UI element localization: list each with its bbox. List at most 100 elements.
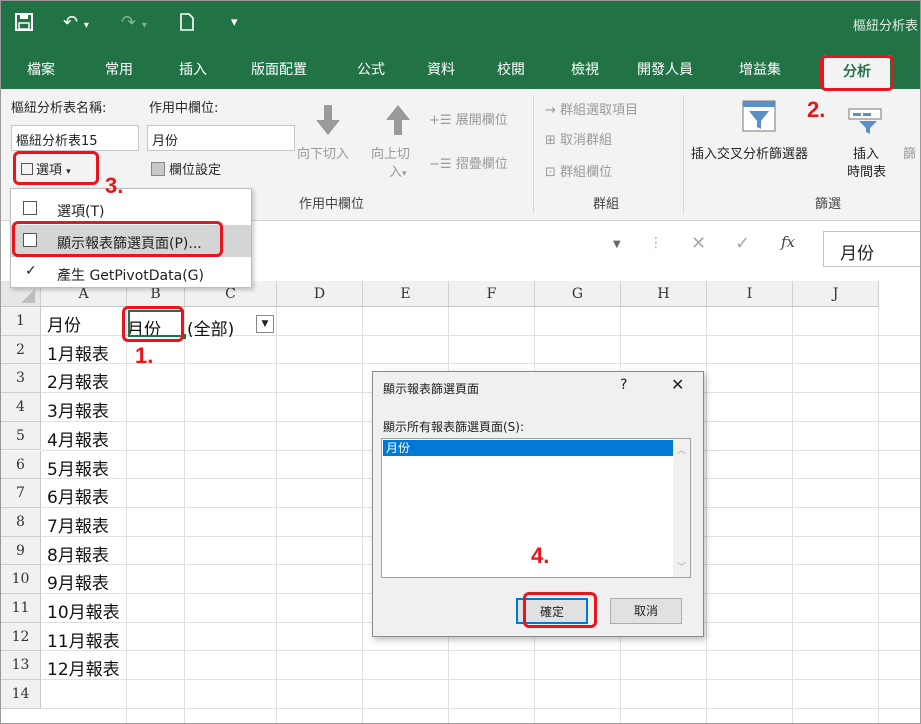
grid-row-line [41, 679, 920, 681]
cell-c1[interactable]: (全部) [187, 315, 234, 340]
column-header[interactable]: H [621, 281, 707, 307]
group-selection-button[interactable]: → 群組選取項目 [545, 99, 638, 118]
field-settings-label: 欄位設定 [169, 163, 222, 178]
row-header[interactable]: 10 [1, 565, 41, 594]
enter-icon[interactable]: ✓ [735, 233, 750, 254]
ribbon-separator [533, 95, 534, 213]
row-header[interactable]: 13 [1, 651, 41, 681]
tab-developer[interactable]: 開發人員 [637, 59, 693, 79]
tab-home[interactable]: 常用 [105, 59, 133, 79]
cell-a9[interactable]: 8月報表 [47, 541, 109, 566]
column-header[interactable]: F [449, 281, 535, 307]
column-header[interactable]: J [793, 281, 879, 307]
cancel-icon[interactable]: ✕ [691, 233, 706, 254]
fx-icon[interactable]: fx [781, 233, 795, 251]
list-item[interactable]: 月份 [383, 440, 673, 456]
cell-a3[interactable]: 2月報表 [47, 368, 109, 393]
active-field-group-label: 作用中欄位 [299, 197, 365, 212]
cell-a13[interactable]: 12月報表 [47, 655, 120, 680]
menu-item-generate-getpivotdata[interactable]: ✓ 產生 GetPivotData(G) [11, 257, 251, 289]
help-button[interactable]: ? [620, 377, 627, 393]
cancel-button[interactable]: 取消 [610, 598, 682, 624]
collapse-field-button[interactable]: −☰ 摺疊欄位 [429, 153, 508, 172]
row-header[interactable]: 2 [1, 335, 41, 365]
cell-a12[interactable]: 11月報表 [47, 627, 120, 652]
tab-review[interactable]: 校閱 [497, 59, 525, 79]
window-title: 樞紐分析表 [852, 19, 918, 34]
filter-pages-label: 顯示所有報表篩選頁面(S): [383, 420, 525, 434]
group-field-button[interactable]: ⊡ 群組欄位 [545, 161, 612, 180]
cell-a10[interactable]: 9月報表 [47, 569, 109, 594]
column-header[interactable]: I [707, 281, 793, 307]
ribbon-tabs: 檔案 常用 插入 版面配置 公式 資料 校閱 檢視 開發人員 增益集 分析 [1, 47, 920, 89]
collapse-icon: −☰ [429, 157, 456, 172]
cell-a11[interactable]: 10月報表 [47, 598, 120, 623]
tab-view[interactable]: 檢視 [571, 59, 599, 79]
tab-data[interactable]: 資料 [427, 59, 455, 79]
row-header[interactable]: 8 [1, 507, 41, 537]
drill-down-icon [313, 103, 343, 137]
tab-insert[interactable]: 插入 [179, 59, 207, 79]
group-field-label: 群組欄位 [560, 165, 613, 180]
annotation-box-menu-item [12, 221, 223, 257]
scroll-up-icon[interactable]: ︿ [677, 443, 686, 456]
column-header[interactable]: G [535, 281, 621, 307]
column-header[interactable]: D [277, 281, 363, 307]
tab-add-ins[interactable]: 增益集 [739, 59, 781, 79]
ungroup-label: 取消群組 [560, 133, 613, 148]
expand-icon: +☰ [429, 113, 456, 128]
insert-timeline-button[interactable]: 插入 [853, 143, 879, 162]
title-bar: ↶ ▾ ↷ ▾ ▾ 樞紐分析表 [1, 1, 920, 47]
drill-down-button[interactable]: 向下切入 [297, 143, 349, 162]
checkmark-icon: ✓ [25, 263, 37, 279]
active-field-input[interactable]: 月份 [147, 125, 295, 151]
group-group-label: 群組 [593, 197, 620, 212]
undo-icon[interactable]: ↶ ▾ [63, 12, 89, 37]
expand-field-button[interactable]: +☰ 展開欄位 [429, 109, 508, 128]
cell-a7[interactable]: 6月報表 [47, 483, 109, 508]
ungroup-button[interactable]: ⊞ 取消群組 [545, 129, 612, 148]
row-header[interactable]: 6 [1, 450, 41, 480]
drill-up-icon [383, 103, 413, 137]
row-header[interactable]: 4 [1, 393, 41, 422]
pivot-name-field[interactable]: 樞紐分析表15 [11, 125, 139, 151]
save-icon[interactable] [15, 12, 33, 32]
cell-a1[interactable]: 月份 [47, 311, 81, 336]
pivot-name-label: 樞紐分析表名稱: [11, 101, 107, 116]
cell-a2[interactable]: 1月報表 [47, 340, 109, 365]
row-header[interactable]: 1 [1, 307, 41, 336]
row-header[interactable]: 14 [1, 680, 41, 709]
annotation-step-2: 2. [807, 97, 826, 122]
row-header[interactable]: 3 [1, 364, 41, 394]
tab-page-layout[interactable]: 版面配置 [251, 59, 307, 79]
grid-column-line [362, 307, 363, 723]
close-icon[interactable]: ✕ [671, 375, 684, 394]
formula-input[interactable]: 月份 [823, 231, 920, 267]
tab-formulas[interactable]: 公式 [357, 59, 385, 79]
redo-icon[interactable]: ↷ ▾ [121, 12, 147, 37]
insert-timeline-label-line2: 時間表 [847, 165, 887, 180]
namebox-dropdown-icon[interactable]: ▼ [613, 239, 621, 250]
tab-file[interactable]: 檔案 [27, 59, 55, 79]
column-header[interactable]: E [363, 281, 449, 307]
row-header[interactable]: 9 [1, 536, 41, 566]
new-document-icon[interactable] [179, 12, 195, 32]
scroll-down-icon[interactable]: ﹀ [677, 560, 686, 573]
grid-row-line [41, 650, 920, 652]
list-scrollbar[interactable]: ︿ ﹀ [673, 439, 690, 577]
row-header[interactable]: 12 [1, 622, 41, 652]
drill-up-button[interactable]: 向上切 [371, 143, 410, 162]
cell-a4[interactable]: 3月報表 [47, 397, 109, 422]
insert-slicer-button[interactable]: 插入交叉分析篩選器 [691, 143, 808, 162]
filter-dropdown-icon[interactable]: ▼ [256, 315, 274, 333]
cell-a8[interactable]: 7月報表 [47, 512, 109, 537]
filter-connections-button[interactable]: 篩 [903, 143, 916, 162]
cell-a5[interactable]: 4月報表 [47, 426, 109, 451]
grid-row-line [41, 363, 920, 365]
customize-qat-icon[interactable]: ▾ [231, 12, 238, 34]
row-header[interactable]: 5 [1, 421, 41, 451]
row-header[interactable]: 11 [1, 594, 41, 623]
cell-a6[interactable]: 5月報表 [47, 455, 109, 480]
row-header[interactable]: 7 [1, 479, 41, 508]
field-settings-button[interactable]: 欄位設定 [151, 159, 221, 178]
